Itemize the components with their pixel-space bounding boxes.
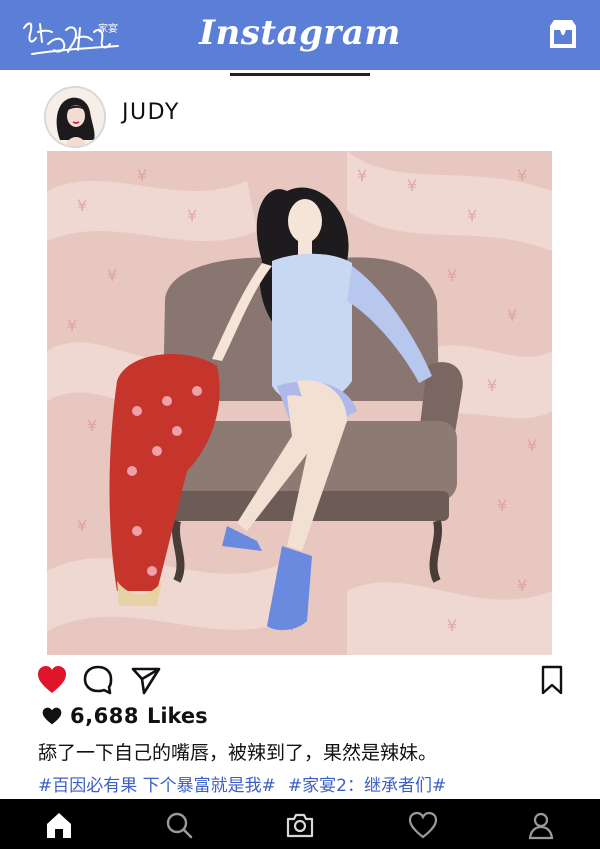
svg-text:¥: ¥ xyxy=(67,316,77,335)
camera-icon[interactable] xyxy=(285,810,315,840)
bookmark-icon[interactable] xyxy=(536,664,568,696)
likes-heart-icon xyxy=(42,707,62,725)
app-brand-title: Instagram xyxy=(199,13,401,53)
search-icon[interactable] xyxy=(164,810,194,840)
hashtags: #百因必有果 下个暴富就是我# #家宴2：继承者们# xyxy=(38,771,578,796)
svg-text:¥: ¥ xyxy=(447,266,457,285)
profile-icon[interactable] xyxy=(526,810,556,840)
hashtag-link[interactable]: #百因必有果 下个暴富就是我# xyxy=(38,776,276,796)
svg-text:¥: ¥ xyxy=(447,616,457,635)
profile-username[interactable]: JUDY xyxy=(122,100,180,125)
svg-text:¥: ¥ xyxy=(77,196,87,215)
svg-text:¥: ¥ xyxy=(407,176,417,195)
post-actions xyxy=(0,664,600,698)
heart-icon[interactable] xyxy=(408,810,438,840)
home-icon[interactable] xyxy=(44,810,74,840)
svg-text:¥: ¥ xyxy=(517,166,527,185)
post-image[interactable]: ¥¥¥ ¥¥¥ ¥¥¥ ¥¥¥ ¥¥¥ ¥¥¥ ¥¥¥ xyxy=(47,151,552,655)
svg-text:¥: ¥ xyxy=(357,166,367,185)
paper-plane-icon[interactable] xyxy=(130,664,162,696)
likes-label: Likes xyxy=(146,704,208,728)
svg-text:¥: ¥ xyxy=(77,516,87,535)
bottom-nav xyxy=(0,799,600,849)
svg-text:¥: ¥ xyxy=(527,436,537,455)
svg-text:¥: ¥ xyxy=(497,496,507,515)
inbox-icon[interactable] xyxy=(544,16,582,52)
likes-count: 6,688 xyxy=(70,704,139,728)
svg-text:¥: ¥ xyxy=(487,376,497,395)
post-illustration: ¥¥¥ ¥¥¥ ¥¥¥ ¥¥¥ ¥¥¥ ¥¥¥ ¥¥¥ xyxy=(47,151,552,655)
likes-summary[interactable]: 6,688 Likes xyxy=(42,703,208,729)
svg-text:¥: ¥ xyxy=(187,206,197,225)
top-bar: 家宴 Instagram xyxy=(0,0,600,70)
svg-text:¥: ¥ xyxy=(87,416,97,435)
avatar[interactable] xyxy=(44,86,106,148)
post-caption: 舔了一下自己的嘴唇，被辣到了，果然是辣妹。 xyxy=(38,742,438,764)
svg-text:¥: ¥ xyxy=(107,266,117,285)
heart-filled-icon[interactable] xyxy=(36,664,68,696)
hashtag-link[interactable]: #家宴2：继承者们# xyxy=(288,776,446,796)
header-divider xyxy=(230,73,370,76)
svg-text:¥: ¥ xyxy=(137,166,147,185)
svg-text:¥: ¥ xyxy=(507,306,517,325)
avatar-portrait-icon xyxy=(46,88,104,146)
svg-text:¥: ¥ xyxy=(467,206,477,225)
svg-text:¥: ¥ xyxy=(517,576,527,595)
comment-icon[interactable] xyxy=(82,664,114,696)
